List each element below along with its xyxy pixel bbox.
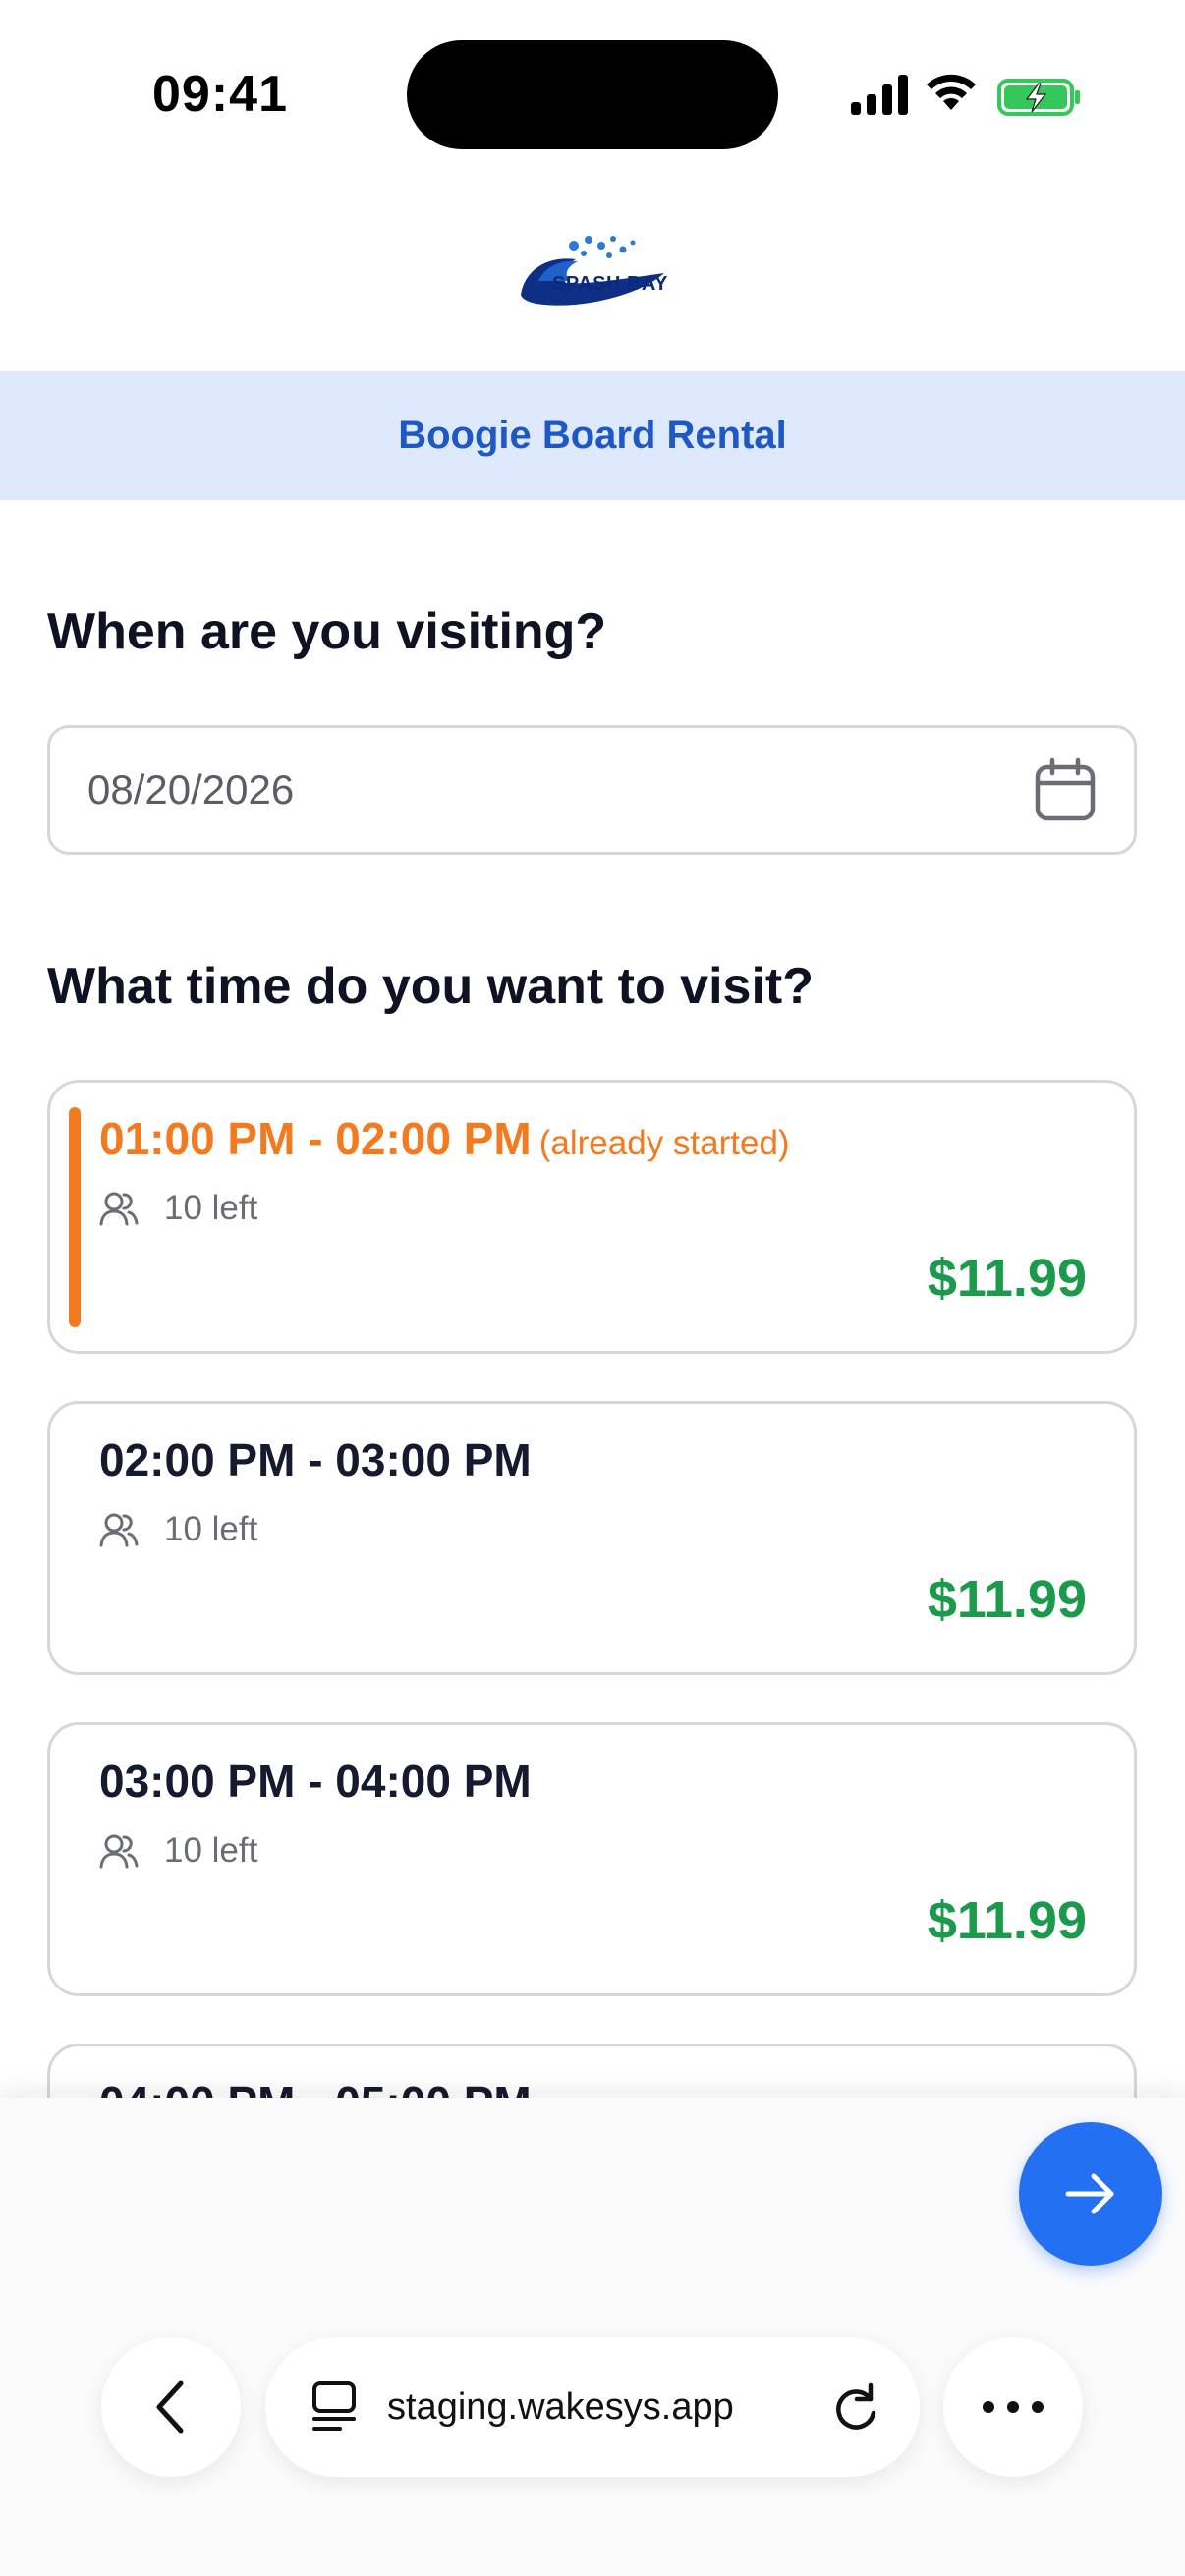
logo-text: SPASH BAY: [552, 273, 668, 295]
browser-more-button[interactable]: [943, 2337, 1083, 2477]
date-heading: When are you visiting?: [47, 603, 607, 660]
wifi-icon: [927, 74, 976, 110]
slot-price: $11.99: [927, 1249, 1087, 1308]
signal-icon: [851, 75, 908, 115]
product-banner: Boogie Board Rental: [0, 371, 1185, 500]
app-screen: 09:41 SPASH BAY Boogie Board Rental When…: [0, 0, 1185, 2576]
time-slot-card[interactable]: 02:00 PM - 03:00 PM 10 left $11.99: [47, 1401, 1137, 1675]
arrow-right-icon: [1065, 2173, 1114, 2214]
calendar-icon[interactable]: [1034, 757, 1097, 822]
slot-started-note: (already started): [538, 1124, 790, 1162]
slot-price: $11.99: [927, 1570, 1087, 1629]
back-icon: [156, 2380, 184, 2434]
slot-time-range: 01:00 PM - 02:00 PM: [99, 1113, 532, 1164]
slot-time-range: 02:00 PM - 03:00 PM: [99, 1434, 532, 1485]
started-indicator: [69, 1107, 81, 1327]
time-slot-card[interactable]: 03:00 PM - 04:00 PM 10 left $11.99: [47, 1722, 1137, 1996]
wave-logo-icon: [521, 236, 664, 306]
time-slot-card[interactable]: 01:00 PM - 02:00 PM (already started) 10 …: [47, 1080, 1137, 1354]
time-heading: What time do you want to visit?: [47, 958, 814, 1015]
browser-back-button[interactable]: [101, 2337, 241, 2477]
slot-capacity: 10 left: [99, 1831, 257, 1871]
tabs-icon[interactable]: [310, 2380, 358, 2435]
slot-capacity: 10 left: [99, 1189, 257, 1228]
date-input[interactable]: 08/20/2026: [47, 725, 1137, 855]
people-icon: [99, 1192, 139, 1226]
reload-icon[interactable]: [831, 2381, 880, 2433]
people-icon: [99, 1834, 139, 1869]
slot-capacity-text: 10 left: [164, 1510, 258, 1548]
dynamic-island: [407, 40, 778, 149]
slot-time: 01:00 PM - 02:00 PM (already started): [99, 1112, 790, 1165]
status-time: 09:41: [152, 66, 288, 123]
product-title: Boogie Board Rental: [398, 414, 787, 457]
slot-capacity: 10 left: [99, 1510, 257, 1549]
more-icon: [983, 2401, 1044, 2413]
slot-capacity-text: 10 left: [164, 1189, 258, 1227]
slot-price: $11.99: [927, 1891, 1087, 1950]
battery-charging-icon: [997, 79, 1080, 116]
url-text: staging.wakesys.app: [387, 2385, 734, 2428]
splash-bay-logo: SPASH BAY: [515, 230, 672, 314]
date-value: 08/20/2026: [87, 766, 295, 812]
next-button[interactable]: [1019, 2122, 1162, 2266]
people-icon: [99, 1513, 139, 1547]
url-bar[interactable]: staging.wakesys.app: [265, 2337, 920, 2477]
slot-capacity-text: 10 left: [164, 1831, 258, 1870]
slot-time-range: 03:00 PM - 04:00 PM: [99, 1756, 532, 1807]
